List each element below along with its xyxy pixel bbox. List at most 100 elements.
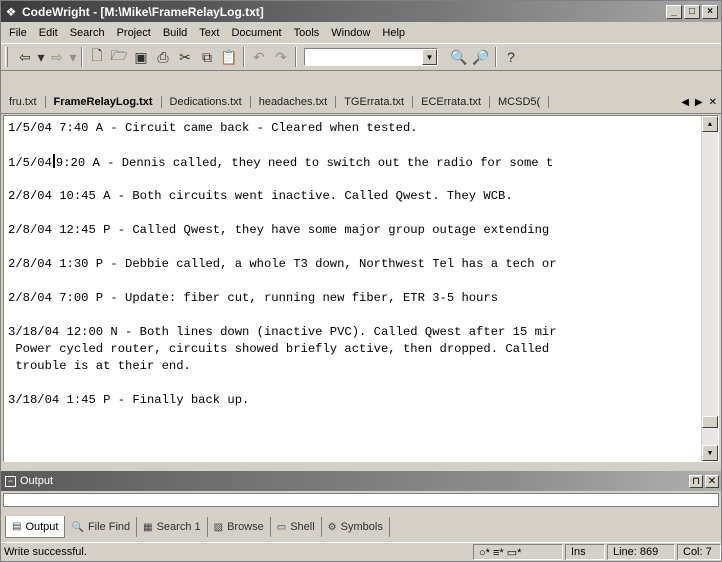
menu-edit[interactable]: Edit bbox=[33, 27, 64, 39]
output-tab-label: Shell bbox=[290, 521, 315, 533]
editor-line[interactable]: 3/18/04 12:00 N - Both lines down (inact… bbox=[8, 324, 696, 341]
pin-icon[interactable]: ⊓ bbox=[689, 474, 703, 488]
output-tab[interactable]: ▭ Shell bbox=[271, 517, 322, 537]
minimize-button[interactable]: _ bbox=[666, 4, 682, 19]
output-area[interactable] bbox=[3, 493, 719, 507]
codewright-window: ❖ CodeWright - [M:\Mike\FrameRelayLog.tx… bbox=[0, 0, 722, 562]
output-tab-label: Output bbox=[25, 520, 59, 533]
editor-line[interactable]: 2/8/04 12:45 P - Called Qwest, they have… bbox=[8, 222, 696, 239]
find-next-icon[interactable]: 🔎 bbox=[470, 46, 492, 68]
maximize-button[interactable]: □ bbox=[684, 4, 700, 19]
dropdown-icon[interactable]: ▾ bbox=[36, 46, 46, 68]
scroll-up-icon[interactable]: ▲ bbox=[702, 116, 718, 132]
editor-line[interactable] bbox=[8, 375, 696, 392]
menu-build[interactable]: Build bbox=[157, 27, 193, 39]
output-tab[interactable]: ▧ Browse bbox=[208, 517, 271, 537]
menu-text[interactable]: Text bbox=[193, 27, 225, 39]
close-pane-icon[interactable]: ✕ bbox=[705, 474, 719, 488]
toolbar-separator bbox=[495, 47, 497, 67]
tab-scroll-left-icon[interactable]: ◀ bbox=[681, 97, 689, 108]
status-line: Line: 869 bbox=[607, 544, 675, 560]
menu-bar: File Edit Search Project Build Text Docu… bbox=[1, 23, 721, 42]
output-tab[interactable]: ▦ Search 1 bbox=[137, 517, 208, 537]
output-tab-label: Search 1 bbox=[156, 521, 201, 533]
editor-line[interactable] bbox=[8, 273, 696, 290]
output-tab-label: Browse bbox=[227, 521, 264, 533]
editor-pane[interactable]: 1/5/04 7:40 A - Circuit came back - Clea… bbox=[3, 115, 719, 462]
tab-scroll-right-icon[interactable]: ▶ bbox=[695, 97, 703, 108]
window-title: CodeWright - [M:\Mike\FrameRelayLog.txt] bbox=[22, 4, 264, 19]
toolbar: ⇦ ▾ ⇨ ▾ 🗋 🗁 ▣ ⎙ ✂ ⧉ 📋 ↶ ↷ ▼ 🔍 🔎? bbox=[1, 43, 721, 71]
editor-line[interactable]: 1/5/04 7:40 A - Circuit came back - Clea… bbox=[8, 120, 696, 137]
file-tab[interactable]: MCSD5( bbox=[490, 95, 550, 108]
menu-file[interactable]: File bbox=[3, 27, 33, 39]
menu-window[interactable]: Window bbox=[325, 27, 376, 39]
redo-icon[interactable]: ↷ bbox=[270, 46, 292, 68]
output-tab[interactable]: 🔍 File Find bbox=[65, 517, 138, 537]
combo-dropdown-icon[interactable]: ▼ bbox=[422, 49, 437, 65]
output-title: Output bbox=[20, 475, 54, 487]
output-tab[interactable]: ⚙ Symbols bbox=[322, 517, 390, 537]
status-mode: Ins bbox=[565, 544, 605, 560]
file-tab[interactable]: ECErrata.txt bbox=[413, 95, 491, 108]
scroll-down-icon[interactable]: ▼ bbox=[702, 445, 718, 461]
menu-help[interactable]: Help bbox=[376, 27, 411, 39]
editor-line[interactable] bbox=[8, 307, 696, 324]
editor-line[interactable] bbox=[8, 171, 696, 188]
menu-document[interactable]: Document bbox=[225, 27, 287, 39]
file-tab[interactable]: TGErrata.txt bbox=[336, 95, 414, 108]
menu-search[interactable]: Search bbox=[64, 27, 111, 39]
toolbar-grip[interactable] bbox=[5, 47, 8, 67]
toolbar-separator bbox=[81, 47, 83, 67]
editor-line[interactable]: 2/8/04 7:00 P - Update: fiber cut, runni… bbox=[8, 290, 696, 307]
search-combo[interactable]: ▼ bbox=[304, 48, 438, 66]
tab-scroll-controls: ◀ ▶ ✕ bbox=[677, 90, 721, 113]
status-message: Write successful. bbox=[4, 546, 87, 558]
browse-icon: ▧ bbox=[213, 521, 224, 533]
status-bar: Write successful. ○* ≡* ▭* Ins Line: 869… bbox=[1, 542, 721, 561]
status-col: Col: 7 bbox=[677, 544, 721, 560]
editor-line[interactable] bbox=[8, 205, 696, 222]
file-tab[interactable]: fru.txt bbox=[1, 95, 46, 108]
toolbar-separator bbox=[243, 47, 245, 67]
editor-line[interactable]: 2/8/04 10:45 A - Both circuits went inac… bbox=[8, 188, 696, 205]
paste-icon[interactable]: 📋 bbox=[218, 46, 240, 68]
editor-line[interactable]: Power cycled router, circuits showed bri… bbox=[8, 341, 696, 358]
file-tab[interactable]: headaches.txt bbox=[251, 95, 337, 108]
open-folder-icon[interactable]: 🗁 bbox=[108, 46, 130, 68]
print-icon[interactable]: ⎙ bbox=[152, 46, 174, 68]
output-icon: ▤ bbox=[12, 521, 22, 532]
scroll-thumb[interactable] bbox=[702, 416, 718, 428]
editor-line[interactable]: 3/18/04 1:45 P - Finally back up. bbox=[8, 392, 696, 409]
menu-project[interactable]: Project bbox=[111, 27, 157, 39]
back-icon[interactable]: ⇦ bbox=[14, 46, 36, 68]
dropdown-icon[interactable]: ▾ bbox=[68, 46, 78, 68]
app-logo-icon: ❖ bbox=[5, 4, 17, 19]
title-bar[interactable]: ❖ CodeWright - [M:\Mike\FrameRelayLog.tx… bbox=[1, 1, 721, 22]
undo-icon[interactable]: ↶ bbox=[248, 46, 270, 68]
forward-icon[interactable]: ⇨ bbox=[46, 46, 68, 68]
file-tab[interactable]: FrameRelayLog.txt bbox=[46, 95, 162, 108]
copy-icon[interactable]: ⧉ bbox=[196, 46, 218, 68]
editor-line[interactable]: 2/8/04 1:30 P - Debbie called, a whole T… bbox=[8, 256, 696, 273]
output-pane-header[interactable]: − Output ⊓ ✕ bbox=[1, 471, 721, 491]
editor-line[interactable]: 1/5/04 9:20 A - Dennis called, they need … bbox=[8, 154, 696, 171]
help-icon[interactable]: ? bbox=[500, 46, 522, 68]
vertical-scrollbar[interactable]: ▲ ▼ bbox=[701, 116, 718, 461]
close-button[interactable]: × bbox=[702, 4, 718, 19]
cut-icon[interactable]: ✂ bbox=[174, 46, 196, 68]
editor-text[interactable]: 1/5/04 7:40 A - Circuit came back - Clea… bbox=[8, 120, 696, 409]
new-file-icon[interactable]: 🗋 bbox=[86, 46, 108, 68]
shell-icon: ▭ bbox=[276, 521, 287, 533]
editor-line[interactable]: trouble is at their end. bbox=[8, 358, 696, 375]
close-tab-icon[interactable]: ✕ bbox=[709, 97, 717, 108]
output-tab[interactable]: ▤ Output bbox=[5, 516, 66, 538]
collapse-icon[interactable]: − bbox=[5, 475, 16, 487]
editor-line[interactable] bbox=[8, 239, 696, 256]
menu-tools[interactable]: Tools bbox=[288, 27, 326, 39]
editor-line[interactable] bbox=[8, 137, 696, 154]
status-indicators: ○* ≡* ▭* bbox=[473, 544, 563, 560]
find-icon[interactable]: 🔍 bbox=[448, 46, 470, 68]
save-icon[interactable]: ▣ bbox=[130, 46, 152, 68]
file-tab[interactable]: Dedications.txt bbox=[162, 95, 251, 108]
